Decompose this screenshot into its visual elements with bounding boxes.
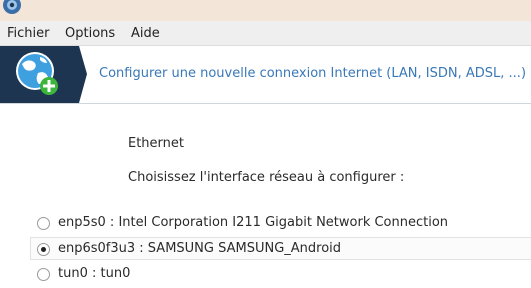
interface-prompt: Choisissez l'interface réseau à configur… bbox=[128, 170, 405, 185]
radio-button[interactable] bbox=[37, 268, 50, 281]
menu-aide[interactable]: Aide bbox=[131, 26, 160, 41]
gear-icon[interactable] bbox=[1, 0, 23, 16]
network-globe-add-icon bbox=[16, 52, 58, 95]
banner-icon-panel bbox=[0, 46, 87, 103]
wizard-title: Configurer une nouvelle connexion Intern… bbox=[99, 66, 527, 81]
radio-button[interactable] bbox=[37, 217, 50, 230]
interface-label: tun0 : tun0 bbox=[58, 266, 131, 281]
wizard-banner: Configurer une nouvelle connexion Intern… bbox=[0, 46, 531, 104]
menu-options[interactable]: Options bbox=[65, 26, 115, 41]
connection-type-label: Ethernet bbox=[128, 136, 184, 151]
menu-bar: Fichier Options Aide bbox=[0, 21, 531, 46]
interface-label: enp6s0f3u3 : SAMSUNG SAMSUNG_Android bbox=[58, 241, 342, 256]
radio-button-selected[interactable] bbox=[37, 243, 50, 256]
title-bar bbox=[0, 0, 531, 21]
interface-label: enp5s0 : Intel Corporation I211 Gigabit … bbox=[58, 215, 449, 230]
menu-fichier[interactable]: Fichier bbox=[7, 26, 50, 41]
